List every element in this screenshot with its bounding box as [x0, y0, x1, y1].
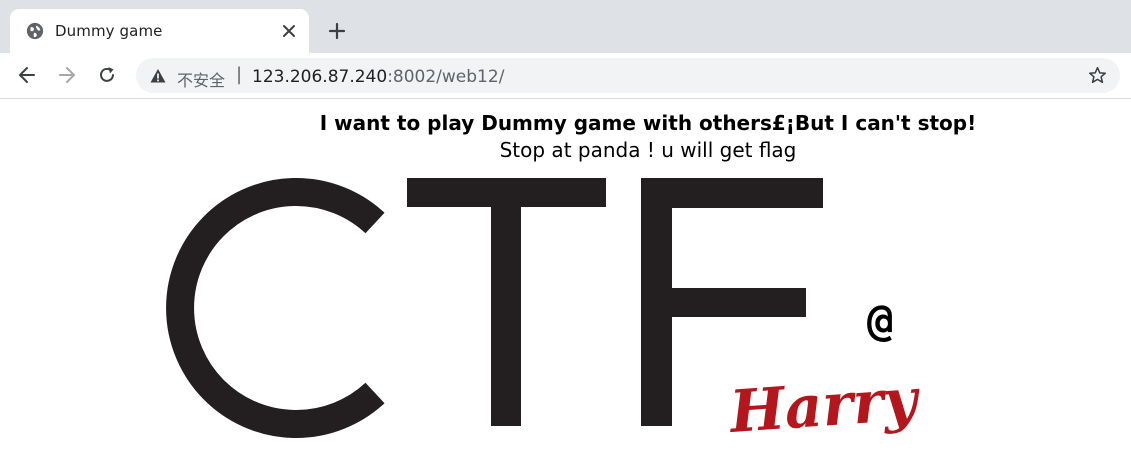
harry-signature: Harry: [726, 365, 920, 446]
ctf-letter-c: [166, 178, 385, 438]
forward-arrow-icon[interactable]: [57, 65, 77, 85]
signature-text: Harry: [726, 365, 920, 446]
security-status[interactable]: 不安全: [177, 67, 225, 91]
back-arrow-icon[interactable]: [17, 65, 37, 85]
star-icon[interactable]: [1088, 66, 1107, 85]
at-sign: @: [867, 295, 894, 346]
plus-icon[interactable]: [328, 22, 346, 40]
url-text[interactable]: 123.206.87.240:8002/web12/: [252, 67, 504, 87]
globe-icon: [26, 22, 44, 40]
tab-title: Dummy game: [55, 22, 163, 40]
address-bar[interactable]: 不安全 | 123.206.87.240:8002/web12/: [136, 58, 1120, 93]
url-separator: |: [236, 64, 243, 85]
warning-triangle-icon[interactable]: [150, 68, 166, 84]
ctf-logo-image: @ Harry: [166, 178, 920, 446]
page-headline: I want to play Dummy game with others£¡B…: [319, 111, 977, 135]
close-icon[interactable]: [281, 23, 297, 39]
url-path: :8002/web12/: [387, 67, 505, 87]
browser-toolbar: 不安全 | 123.206.87.240:8002/web12/: [0, 53, 1131, 99]
tab-strip: Dummy game: [0, 0, 1131, 53]
browser-tab[interactable]: Dummy game: [10, 9, 309, 53]
ctf-letter-t: [407, 178, 606, 426]
reload-icon[interactable]: [97, 65, 117, 85]
page-content: I want to play Dummy game with others£¡B…: [0, 99, 1131, 471]
page-subline: Stop at panda ! u will get flag: [499, 138, 797, 162]
url-host: 123.206.87.240: [252, 67, 388, 87]
